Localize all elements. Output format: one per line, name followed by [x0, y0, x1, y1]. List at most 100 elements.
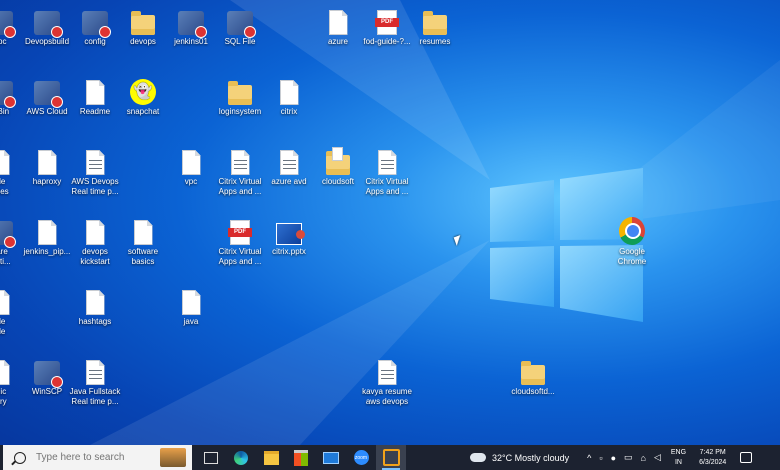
notification-icon[interactable] [740, 452, 753, 463]
edge-icon [234, 450, 248, 465]
battery-icon[interactable]: ▭ [624, 452, 633, 463]
task-view-button[interactable] [196, 445, 226, 470]
pdf-file-icon: PDF [374, 5, 400, 35]
desktop-icon-label: Java Fullstack Real time p... [69, 387, 121, 406]
microphone-icon[interactable]: ● [611, 453, 616, 463]
clock[interactable]: 7:42 PM 6/3/2024 [699, 448, 726, 468]
blank-file-icon [0, 285, 13, 315]
desktop-icon[interactable]: java [156, 285, 226, 327]
desktop-icon[interactable]: hashtags [60, 285, 130, 327]
desktop-icon-label: dle reles [0, 177, 9, 196]
document-icon [82, 355, 108, 385]
language-indicator[interactable]: ENG IN [671, 448, 686, 468]
desktop-icon[interactable]: ble ble [0, 285, 35, 337]
blank-file-icon [34, 145, 60, 175]
desktop-icon-label: Readme [79, 107, 111, 116]
meet-now-icon[interactable]: ▫ [599, 453, 602, 463]
blank-file-icon [178, 145, 204, 175]
desktop-icon[interactable]: Java Fullstack Real time p... [60, 355, 130, 407]
application-shortcut-icon [34, 75, 63, 108]
desktop-icon-label: ble ble [0, 317, 6, 336]
weather-cloud-icon [467, 449, 486, 462]
document-icon [374, 355, 400, 385]
desktop-icon-label: ppc [0, 37, 7, 46]
desktop-icon-label: e Bin [0, 107, 10, 116]
mail-button[interactable] [316, 445, 346, 470]
search-icon [14, 451, 26, 464]
volume-icon[interactable]: ◁ [654, 452, 661, 463]
desktop-icon[interactable]: resumes [400, 5, 470, 47]
desktop-icon-label: citrix [280, 107, 298, 116]
clock-date: 6/3/2024 [699, 458, 727, 466]
document-icon [276, 145, 302, 175]
folder-icon [130, 5, 156, 35]
desktop-icon-label: AWS Devops Real time p... [71, 177, 119, 196]
mouse-cursor [453, 235, 464, 246]
desktop-icon-label: Citrix Virtual Apps and ... [365, 177, 409, 196]
desktop-icon[interactable]: AWS Devops Real time p... [60, 145, 130, 197]
zoom-icon: zoom [353, 450, 369, 465]
zoom-button[interactable]: zoom [346, 445, 376, 470]
language-code: ENG [670, 448, 687, 456]
desktop-icon-label: SQL File [224, 37, 256, 46]
file-explorer-button[interactable] [256, 445, 286, 470]
language-region: IN [674, 458, 682, 466]
blank-file-icon [82, 215, 108, 245]
desktop-icon-label: vare stati... [0, 247, 11, 266]
chrome-icon [619, 215, 645, 245]
blank-file-icon [82, 285, 108, 315]
desktop-icon-label: WinSCP [31, 387, 63, 396]
blank-file-icon [325, 5, 351, 35]
application-shortcut-icon [178, 5, 207, 38]
network-icon[interactable]: ⌂ [641, 453, 646, 463]
blank-file-icon [82, 75, 108, 105]
microsoft-store-button[interactable] [286, 445, 316, 470]
desktop-icon[interactable]: kavya resume aws devops [352, 355, 422, 407]
document-icon [82, 145, 108, 175]
desktop-icon-label: cloudsoft [321, 177, 355, 186]
weather-text: 32°C Mostly cloudy [492, 452, 570, 463]
desktop-icon-label: resumes [419, 37, 451, 46]
mail-icon [323, 451, 339, 464]
desktop-icon[interactable]: Citrix Virtual Apps and ... [352, 145, 422, 197]
application-shortcut-icon [82, 5, 111, 38]
desktop-icon[interactable]: 👻 snapchat [108, 75, 178, 117]
desktop-icon-label: Google Chrome [617, 247, 647, 266]
desktop-icon[interactable]: citrix [254, 75, 324, 117]
snapchat-icon: 👻 [130, 75, 156, 105]
edge-button[interactable] [226, 445, 256, 470]
document-icon [227, 145, 253, 175]
taskbar-search-box[interactable] [3, 445, 192, 470]
desktop-icon-label: hashtags [78, 317, 112, 326]
desktop-icon-label: mic tory [0, 387, 7, 406]
application-shortcut-icon [34, 5, 63, 38]
archive-icon [325, 145, 351, 175]
store-icon [294, 449, 308, 466]
desktop-icon[interactable]: citrix.pptx [254, 215, 324, 257]
virtualbox-button[interactable] [376, 445, 406, 470]
blank-file-icon [276, 75, 302, 105]
desktop-icon-label: snapchat [126, 107, 160, 116]
blank-file-icon [34, 215, 60, 245]
desktop-icon[interactable]: software basics [108, 215, 178, 267]
search-input[interactable] [34, 451, 148, 464]
desktop-icon-label: cloudsoftd... [511, 387, 555, 396]
taskbar: zoom 32°C Mostly cloudy ^ ▫ ● ▭ ⌂ ◁ ENG … [0, 445, 780, 470]
desktop-icon-label: azure [327, 37, 348, 46]
weather-widget[interactable]: 32°C Mostly cloudy [467, 449, 570, 463]
clock-time: 7:42 PM [699, 448, 726, 456]
desktop-icon-label: config [84, 37, 106, 46]
chevron-up-icon[interactable]: ^ [587, 453, 591, 463]
application-shortcut-icon [227, 5, 256, 38]
desktop-icon-label: devops [130, 37, 156, 46]
folder-icon [227, 75, 253, 105]
desktop-icon[interactable]: Google Chrome [597, 215, 667, 267]
desktop-icon-label: vpc [184, 177, 198, 186]
folder-icon [422, 5, 448, 35]
document-icon [374, 145, 400, 175]
desktop-icon-label: java [183, 317, 199, 326]
desktop-icon[interactable]: SQL File [205, 5, 275, 47]
desktop-icon[interactable]: cloudsoftd... [498, 355, 568, 397]
desktop-icon-label: devops kickstart [80, 247, 110, 266]
task-view-icon [204, 451, 218, 464]
